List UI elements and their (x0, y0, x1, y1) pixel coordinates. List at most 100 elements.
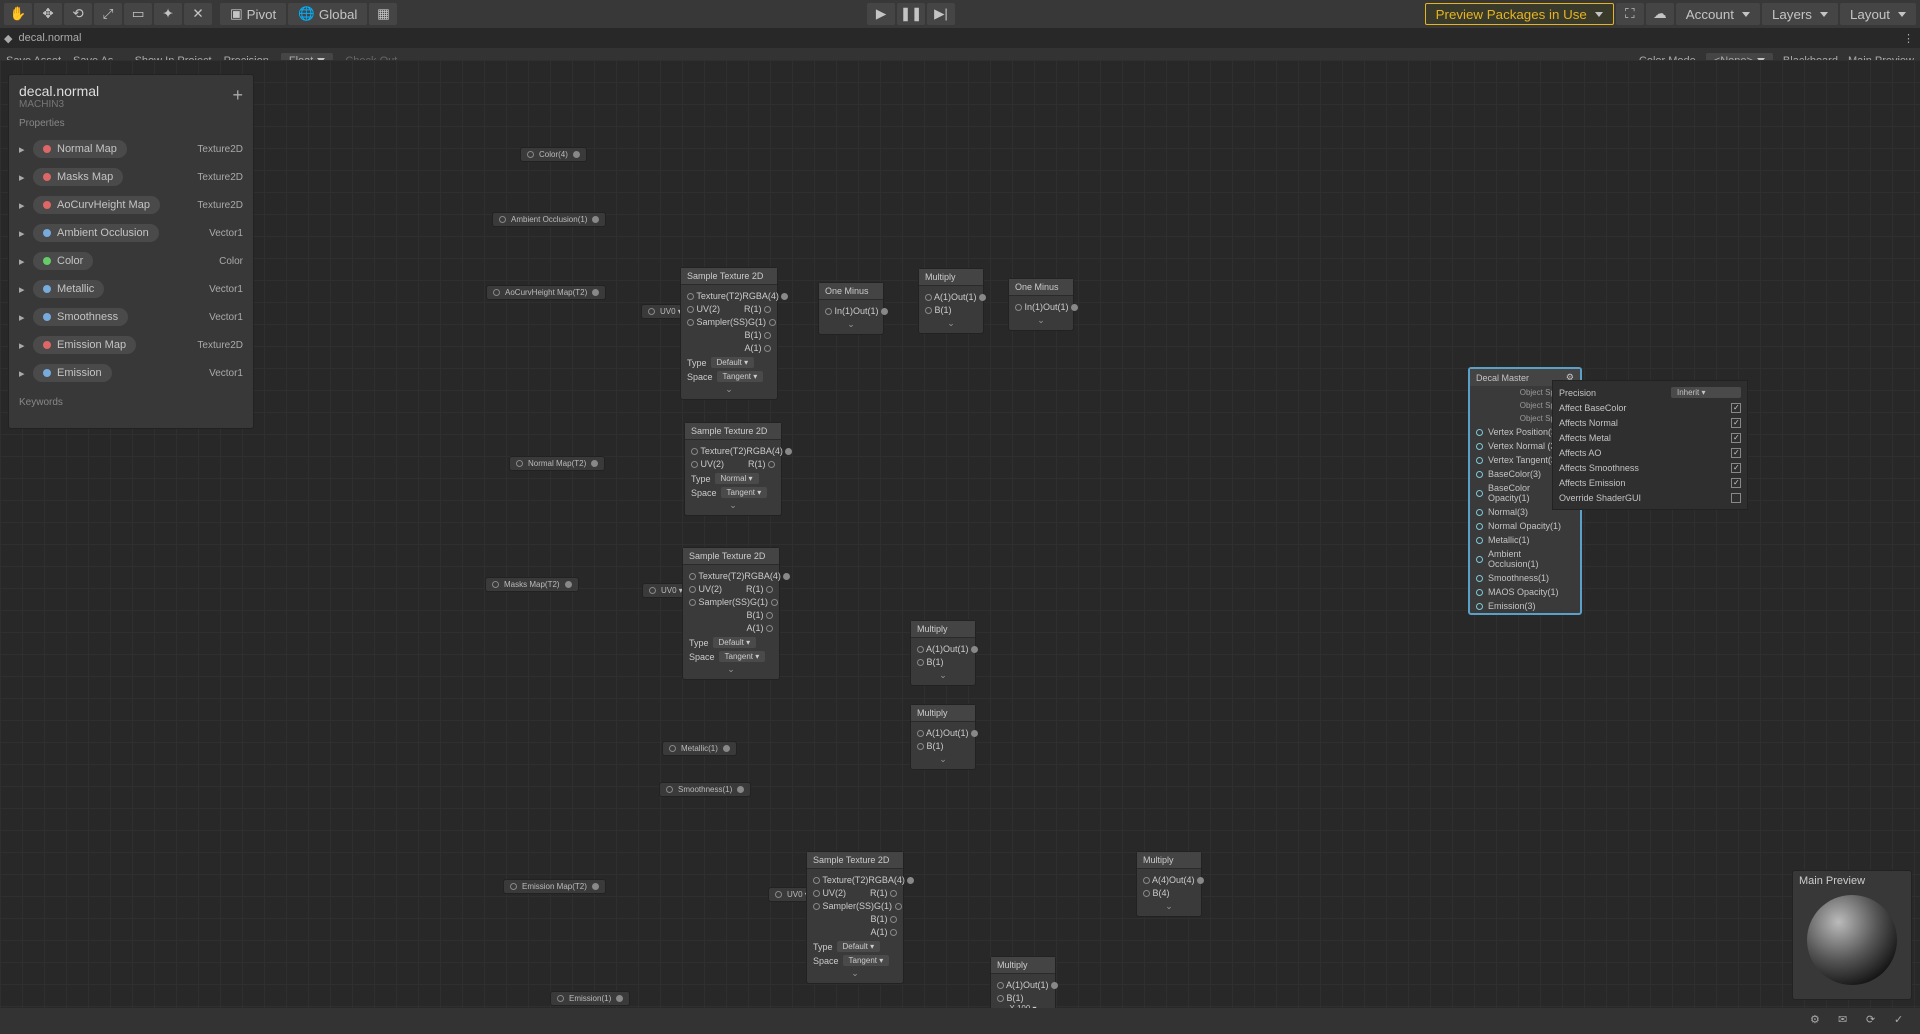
sample-texture-node[interactable]: Sample Texture 2D Texture(T2)RGBA(4) UV(… (806, 851, 904, 984)
property-row[interactable]: ▸ Emission Map Texture2D (19, 331, 243, 359)
rect-tool-button[interactable]: ▭ (124, 3, 152, 25)
multiply-node[interactable]: Multiply A(1)Out(1) B(1)⌄ (918, 268, 984, 334)
collab-button[interactable]: ⛶ (1616, 3, 1644, 25)
property-pill[interactable]: Color (33, 252, 93, 270)
shader-icon: ◆ (4, 32, 12, 45)
checkbox[interactable] (1731, 478, 1741, 488)
property-type: Vector1 (209, 312, 243, 323)
property-node-smooth[interactable]: Smoothness(1) (659, 782, 751, 797)
scale-tool-button[interactable]: ⤢ (94, 3, 122, 25)
property-type: Vector1 (209, 284, 243, 295)
expand-arrow[interactable]: ▸ (19, 339, 27, 352)
property-row[interactable]: ▸ Metallic Vector1 (19, 275, 243, 303)
property-row[interactable]: ▸ Color Color (19, 247, 243, 275)
graph-grid (0, 60, 1920, 1008)
play-button[interactable]: ▶ (867, 3, 895, 25)
multiply-node[interactable]: Multiply A(4)Out(4) B(4)⌄ (1136, 851, 1202, 917)
property-row[interactable]: ▸ Ambient Occlusion Vector1 (19, 219, 243, 247)
expand-arrow[interactable]: ▸ (19, 283, 27, 296)
property-row[interactable]: ▸ Emission Vector1 (19, 359, 243, 387)
status-icon-3[interactable]: ⟳ (1866, 1013, 1882, 1029)
sample-texture-node[interactable]: Sample Texture 2D Texture(T2)RGBA(4) UV(… (680, 267, 778, 400)
cloud-button[interactable]: ☁ (1646, 3, 1674, 25)
property-pill[interactable]: Emission Map (33, 336, 136, 354)
sample-texture-node[interactable]: Sample Texture 2D Texture(T2)RGBA(4) UV(… (684, 422, 782, 516)
expand-arrow[interactable]: ▸ (19, 143, 27, 156)
graph-canvas[interactable]: Color(4) Ambient Occlusion(1) AoCurvHeight… (0, 60, 1920, 1008)
status-icon-2[interactable]: ✉ (1838, 1013, 1854, 1029)
checkbox[interactable] (1731, 418, 1741, 428)
property-node-aomap[interactable]: AoCurvHeight Map(T2) (486, 285, 606, 300)
property-row[interactable]: ▸ AoCurvHeight Map Texture2D (19, 191, 243, 219)
property-type: Texture2D (197, 172, 243, 183)
property-pill[interactable]: Smoothness (33, 308, 128, 326)
snap-button[interactable]: ▦ (369, 3, 397, 25)
expand-arrow[interactable]: ▸ (19, 227, 27, 240)
tab-menu-icon[interactable]: ⋮ (1903, 32, 1914, 45)
blackboard-title: decal.normal (19, 83, 243, 99)
transform-tool-button[interactable]: ✦ (154, 3, 182, 25)
pivot-button[interactable]: ▣ Pivot (220, 3, 286, 25)
property-row[interactable]: ▸ Masks Map Texture2D (19, 163, 243, 191)
property-pill[interactable]: Metallic (33, 280, 104, 298)
multiply-node[interactable]: Multiply A(1)Out(1) B(1)⌄ (910, 620, 976, 686)
custom-tool-button[interactable]: ✕ (184, 3, 212, 25)
property-node-metallic[interactable]: Metallic(1) (662, 741, 737, 756)
preview-sphere (1807, 895, 1897, 985)
property-pill[interactable]: Masks Map (33, 168, 123, 186)
property-type: Vector1 (209, 228, 243, 239)
property-pill[interactable]: Normal Map (33, 140, 127, 158)
layers-dropdown[interactable]: Layers (1762, 3, 1838, 25)
status-bar: ⚙ ✉ ⟳ ✓ (0, 1008, 1920, 1034)
tab-title[interactable]: decal.normal (18, 32, 81, 44)
property-node-emiss[interactable]: Emission(1) (550, 991, 630, 1006)
pause-button[interactable]: ❚❚ (897, 3, 925, 25)
expand-arrow[interactable]: ▸ (19, 255, 27, 268)
property-row[interactable]: ▸ Smoothness Vector1 (19, 303, 243, 331)
property-pill[interactable]: AoCurvHeight Map (33, 196, 160, 214)
account-dropdown[interactable]: Account (1676, 3, 1760, 25)
add-property-button[interactable]: + (232, 85, 243, 106)
expand-arrow[interactable]: ▸ (19, 199, 27, 212)
one-minus-node[interactable]: One Minus In(1)Out(1) ⌄ (818, 282, 884, 335)
property-type: Texture2D (197, 144, 243, 155)
property-row[interactable]: ▸ Normal Map Texture2D (19, 135, 243, 163)
main-preview-panel[interactable]: Main Preview (1792, 870, 1912, 1000)
property-pill[interactable]: Emission (33, 364, 112, 382)
preview-packages-button[interactable]: Preview Packages in Use (1425, 3, 1614, 25)
rotate-tool-button[interactable]: ⟲ (64, 3, 92, 25)
checkbox[interactable] (1731, 433, 1741, 443)
property-node-normalmap[interactable]: Normal Map(T2) (509, 456, 605, 471)
property-type: Texture2D (197, 340, 243, 351)
checkbox[interactable] (1731, 493, 1741, 503)
checkbox[interactable] (1731, 463, 1741, 473)
expand-arrow[interactable]: ▸ (19, 311, 27, 324)
blackboard-panel[interactable]: + decal.normal MACHIN3 Properties ▸ Norm… (8, 74, 254, 429)
status-icon-4[interactable]: ✓ (1894, 1013, 1910, 1029)
property-pill[interactable]: Ambient Occlusion (33, 224, 159, 242)
multiply-node[interactable]: Multiply A(1)Out(1) B(1)⌄ (910, 704, 976, 770)
main-toolbar: ✋ ✥ ⟲ ⤢ ▭ ✦ ✕ ▣ Pivot 🌐 Global ▦ ▶ ❚❚ ▶|… (0, 0, 1920, 28)
property-node-color[interactable]: Color(4) (520, 147, 587, 162)
checkbox[interactable] (1731, 448, 1741, 458)
global-button[interactable]: 🌐 Global (288, 3, 367, 25)
property-node-ao_prop[interactable]: Ambient Occlusion(1) (492, 212, 606, 227)
property-node-emap[interactable]: Emission Map(T2) (503, 879, 606, 894)
step-button[interactable]: ▶| (927, 3, 955, 25)
checkbox[interactable] (1731, 403, 1741, 413)
layout-dropdown[interactable]: Layout (1840, 3, 1916, 25)
property-type: Color (219, 256, 243, 267)
move-tool-button[interactable]: ✥ (34, 3, 62, 25)
property-type: Vector1 (209, 368, 243, 379)
preview-title: Main Preview (1793, 871, 1911, 891)
sample-texture-node[interactable]: Sample Texture 2D Texture(T2)RGBA(4) UV(… (682, 547, 780, 680)
expand-arrow[interactable]: ▸ (19, 171, 27, 184)
expand-arrow[interactable]: ▸ (19, 367, 27, 380)
properties-section: Properties (19, 118, 243, 129)
one-minus-node[interactable]: One Minus In(1)Out(1) ⌄ (1008, 278, 1074, 331)
tab-bar: ◆ decal.normal ⋮ (0, 28, 1920, 48)
property-node-masksmap[interactable]: Masks Map(T2) (485, 577, 579, 592)
status-icon-1[interactable]: ⚙ (1810, 1013, 1826, 1029)
hand-tool-button[interactable]: ✋ (4, 3, 32, 25)
master-settings-panel[interactable]: PrecisionInherit ▾Affect BaseColorAffect… (1552, 380, 1748, 510)
